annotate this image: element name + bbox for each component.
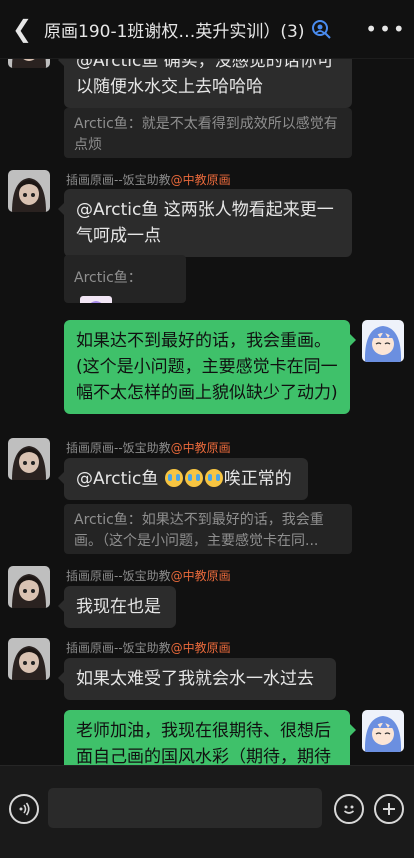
voice-icon <box>19 802 30 816</box>
avatar[interactable] <box>8 566 50 608</box>
message-input[interactable] <box>48 788 322 828</box>
group-members-icon[interactable] <box>310 18 332 40</box>
quote-text: Arctic鱼：如果达不到最好的话，我会重画。（这个是小问题，主要感觉卡在同..… <box>74 512 324 549</box>
my-message-bubble[interactable]: 老师加油，我现在很期待、很想后面自己画的国风水彩（期待，期待就对了） <box>64 710 356 765</box>
message-text: @Arctic鱼 <box>76 469 164 489</box>
more-dots-icon: ••• <box>365 17 407 41</box>
sender-label: 插画原画--饭宝助教 <box>66 641 171 655</box>
avatar[interactable] <box>8 58 50 68</box>
crying-emoji-icon <box>204 469 223 487</box>
quoted-message[interactable]: Arctic鱼：如果达不到最好的话，我会重画。（这个是小问题，主要感觉卡在同..… <box>64 504 352 554</box>
quoted-message[interactable]: Arctic鱼：就是不太看得到成效所以感觉有点烦 <box>64 108 352 158</box>
quoted-message[interactable]: Arctic鱼： <box>64 255 186 303</box>
message-text: 我现在也是 <box>76 597 161 617</box>
quote-text: Arctic鱼： <box>74 270 142 286</box>
back-button[interactable]: ❮ <box>0 0 44 58</box>
message-bubble[interactable]: 我现在也是 <box>58 586 176 628</box>
more-actions-button[interactable] <box>374 794 404 824</box>
sender-name: 插画原画--饭宝助教@中教原画 <box>66 567 231 584</box>
sender-tag: @中教原画 <box>170 569 231 583</box>
sender-label: 插画原画--饭宝助教 <box>66 569 171 583</box>
message-bubble[interactable]: 如果太难受了我就会水一水过去 <box>58 658 336 700</box>
quoted-image-thumbnail[interactable] <box>80 296 112 303</box>
emoji-face-icon <box>343 805 355 814</box>
sender-tag: @中教原画 <box>170 441 231 455</box>
sender-name: 插画原画--饭宝助教@中教原画 <box>66 439 231 456</box>
chat-title: 原画190-1班谢权…英升实训）(3) <box>44 21 305 42</box>
avatar[interactable] <box>8 170 50 212</box>
message-text: 如果达不到最好的话，我会重画。(这个是小问题，主要感觉卡在同一幅不太怎样的画上貌… <box>76 331 338 403</box>
message-bubble[interactable]: @Arctic鱼 这两张人物看起来更一气呵成一点 <box>58 189 352 257</box>
sender-tag: @中教原画 <box>170 173 231 187</box>
my-avatar[interactable] <box>362 320 404 362</box>
message-bubble[interactable]: @Arctic鱼 唉正常的 <box>58 458 308 500</box>
message-text: 如果太难受了我就会水一水过去 <box>76 669 314 689</box>
sender-name: 插画原画--饭宝助教@中教原画 <box>66 639 231 656</box>
chevron-left-icon: ❮ <box>11 15 33 43</box>
sender-label: 插画原画--饭宝助教 <box>66 441 171 455</box>
crying-emoji-icon <box>164 469 183 487</box>
sender-name: 插画原画--饭宝助教@中教原画 <box>66 171 231 188</box>
crying-emoji-icon <box>184 469 203 487</box>
voice-input-button[interactable] <box>9 794 39 824</box>
avatar[interactable] <box>8 438 50 480</box>
message-composer <box>0 765 414 858</box>
plus-icon <box>383 803 395 815</box>
emoji-button[interactable] <box>334 794 364 824</box>
message-bubble[interactable]: @Arctic鱼 确实，没感觉的话你可以随便水水交上去哈哈哈 <box>58 58 352 108</box>
message-text: @Arctic鱼 这两张人物看起来更一气呵成一点 <box>76 200 334 246</box>
message-text: @Arctic鱼 确实，没感觉的话你可以随便水水交上去哈哈哈 <box>76 58 334 97</box>
message-text: 老师加油，我现在很期待、很想后面自己画的国风水彩（期待，期待就对了） <box>76 721 331 765</box>
quote-text: Arctic鱼：就是不太看得到成效所以感觉有点烦 <box>74 116 338 153</box>
message-list[interactable]: @Arctic鱼 确实，没感觉的话你可以随便水水交上去哈哈哈 Arctic鱼：就… <box>0 58 414 765</box>
sender-label: 插画原画--饭宝助教 <box>66 173 171 187</box>
message-text: 唉正常的 <box>223 469 292 489</box>
sender-tag: @中教原画 <box>170 641 231 655</box>
my-message-bubble[interactable]: 如果达不到最好的话，我会重画。(这个是小问题，主要感觉卡在同一幅不太怎样的画上貌… <box>64 320 356 414</box>
my-avatar[interactable] <box>362 710 404 752</box>
chat-header: ❮ 原画190-1班谢权…英升实训）(3) ••• <box>0 0 414 59</box>
chat-title-area[interactable]: 原画190-1班谢权…英升实训）(3) <box>44 17 358 42</box>
more-options-button[interactable]: ••• <box>358 0 414 58</box>
avatar[interactable] <box>8 638 50 680</box>
